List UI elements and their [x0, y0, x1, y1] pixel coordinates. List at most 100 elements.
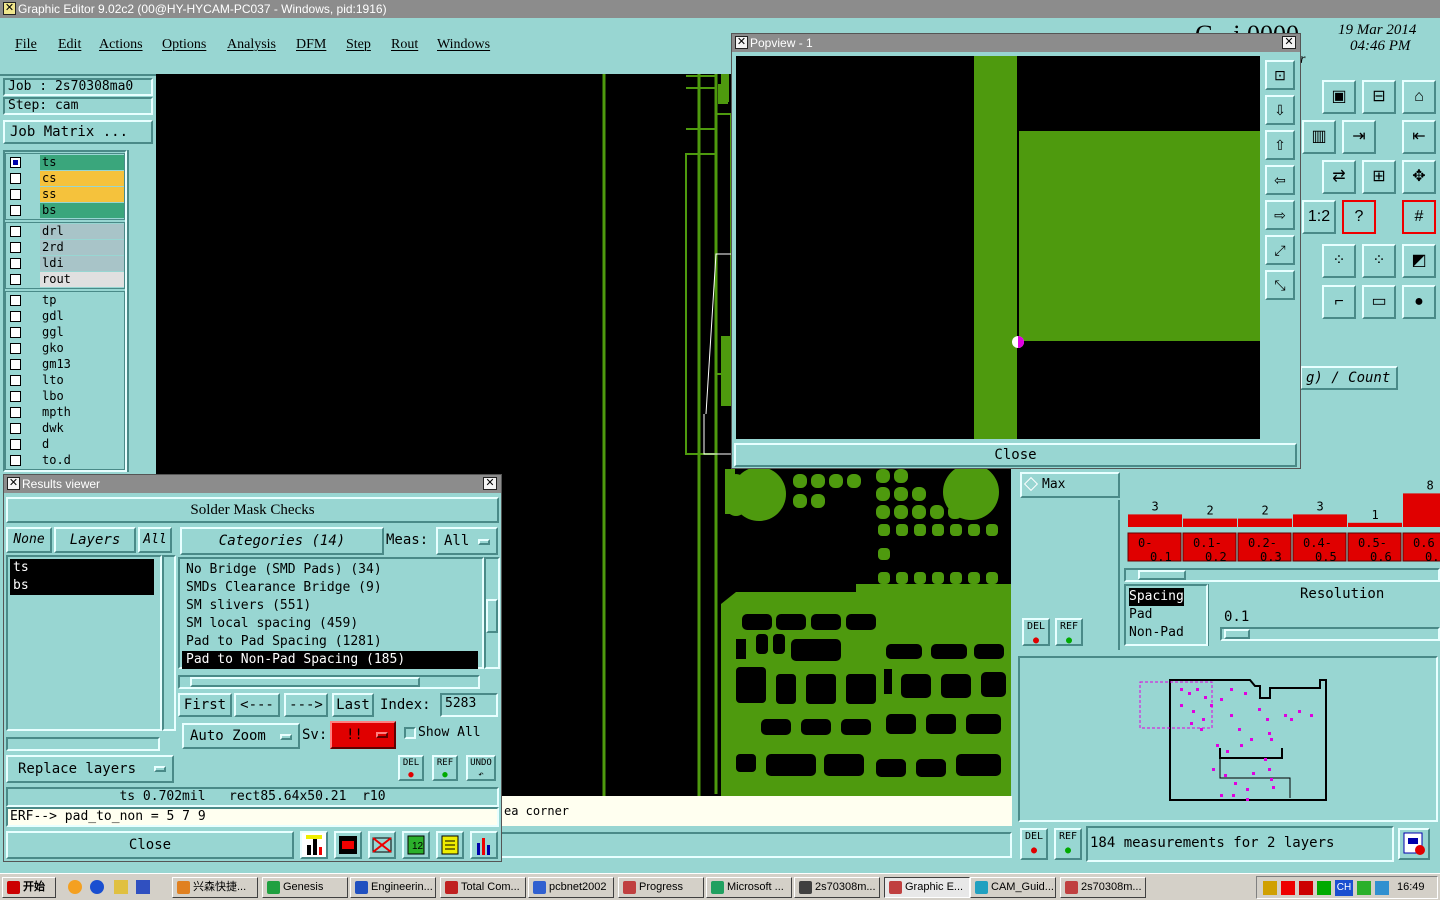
toolbar-scale-icon[interactable]: 1:2	[1302, 200, 1336, 234]
layer-list-vscroll[interactable]	[162, 555, 176, 731]
layer-checkbox[interactable]	[10, 242, 21, 253]
popview-tool-down-icon[interactable]: ⇩	[1265, 95, 1295, 125]
save-icon[interactable]	[136, 880, 150, 894]
task-button[interactable]: CAM_Guid...	[970, 877, 1056, 898]
category-item[interactable]: Pad to Non-Pad Spacing (185)	[182, 651, 478, 669]
layer-name[interactable]: gko	[40, 341, 124, 356]
task-button[interactable]: pcbnet2002	[528, 877, 614, 898]
layer-checkbox[interactable]	[10, 455, 21, 466]
popview-tool-fit-icon[interactable]: ⊡	[1265, 60, 1295, 90]
spacing-item-selected[interactable]: Spacing	[1129, 588, 1184, 606]
task-button[interactable]: 兴森快捷...	[172, 877, 258, 898]
task-button[interactable]: Microsoft ...	[706, 877, 792, 898]
popview-tool-left-icon[interactable]: ⇦	[1265, 165, 1295, 195]
first-button[interactable]: First	[178, 693, 232, 717]
category-scroll-thumb[interactable]	[486, 599, 498, 633]
layer-item-ts[interactable]: ts	[10, 559, 154, 577]
toolbar-import-icon[interactable]: ⇥	[1342, 120, 1376, 154]
hist-bar[interactable]	[1348, 522, 1402, 527]
task-button[interactable]: Genesis	[262, 877, 348, 898]
layer-checkbox[interactable]	[10, 359, 21, 370]
layer-row-to-d[interactable]: to.d	[6, 453, 124, 468]
spacing-list[interactable]: Spacing Pad Non-Pad	[1124, 584, 1208, 646]
popview-tool-expand-icon[interactable]: ⤢	[1265, 235, 1295, 265]
results-close-button[interactable]: Close	[6, 831, 294, 859]
ref-crossed-icon[interactable]	[368, 831, 396, 859]
menu-actions[interactable]: Actions	[99, 37, 143, 53]
notes-icon[interactable]	[436, 831, 464, 859]
command-line[interactable]	[500, 832, 1012, 858]
toolbar-ruler-icon[interactable]: ▭	[1362, 285, 1396, 319]
show-all-checkbox[interactable]	[404, 727, 416, 739]
popview-tool-right-icon[interactable]: ⇨	[1265, 200, 1295, 230]
numbered-icon[interactable]: 12	[402, 831, 430, 859]
results-ref-button[interactable]: REF ●	[432, 755, 458, 781]
layer-checkbox[interactable]	[10, 375, 21, 386]
meas-select[interactable]: All	[436, 527, 498, 555]
severity-select[interactable]: !!	[330, 721, 396, 749]
layer-name[interactable]: bs	[40, 203, 124, 218]
layer-row-mpth[interactable]: mpth	[6, 405, 124, 420]
hist-bar[interactable]	[1293, 514, 1347, 527]
none-button[interactable]: None	[6, 527, 52, 553]
histogram-icon[interactable]	[470, 831, 498, 859]
category-hscroll[interactable]	[178, 675, 480, 689]
popview-tool-shrink-icon[interactable]: ⤡	[1265, 270, 1295, 300]
layer-checkbox[interactable]	[10, 423, 21, 434]
task-button[interactable]: 2s70308m...	[1060, 877, 1146, 898]
layer-name[interactable]: ldi	[40, 256, 124, 271]
layer-name[interactable]: rout	[40, 272, 124, 287]
menu-analysis[interactable]: Analysis	[227, 37, 276, 53]
film-icon[interactable]	[334, 831, 362, 859]
layer-name[interactable]: gm13	[40, 357, 124, 372]
toolbar-net-icon[interactable]: ⁘	[1322, 244, 1356, 278]
layer-row-lto[interactable]: lto	[6, 373, 124, 388]
layer-name[interactable]: lbo	[40, 389, 124, 404]
layer-row-tp[interactable]: tp	[6, 293, 124, 308]
layer-row-rout[interactable]: rout	[6, 272, 124, 287]
tray-icon-5[interactable]	[1357, 881, 1371, 895]
tray-icon-1[interactable]	[1263, 881, 1277, 895]
layer-checkbox[interactable]	[10, 295, 21, 306]
results-undo-button[interactable]: UNDO ↶	[466, 755, 496, 781]
popview-close-icon[interactable]: ✕	[1282, 36, 1296, 49]
toolbar-toggle-icon[interactable]: ⇄	[1322, 160, 1356, 194]
layer-row-drl[interactable]: drl	[6, 224, 124, 239]
hist-bar[interactable]	[1128, 514, 1182, 527]
layer-row-2rd[interactable]: 2rd	[6, 240, 124, 255]
menu-step[interactable]: Step	[346, 37, 371, 53]
toolbar-panel-icon[interactable]: ▥	[1302, 120, 1336, 154]
layer-name[interactable]: cs	[40, 171, 124, 186]
layer-row-ldi[interactable]: ldi	[6, 256, 124, 271]
menu-edit[interactable]: Edit	[58, 37, 81, 53]
task-button[interactable]: Engineerin...	[350, 877, 436, 898]
toolbar-view-icon[interactable]: ▣	[1322, 80, 1356, 114]
toolbar-align-icon[interactable]: ⊞	[1362, 160, 1396, 194]
meas-del-button[interactable]: DEL ●	[1020, 828, 1048, 860]
layer-checkbox[interactable]	[10, 205, 21, 216]
menu-options[interactable]: Options	[162, 37, 206, 53]
layer-name[interactable]: mpth	[40, 405, 124, 420]
layer-checkbox[interactable]	[10, 226, 21, 237]
toolbar-display-icon[interactable]: ◩	[1402, 244, 1436, 278]
hist-bar[interactable]	[1403, 493, 1440, 527]
menu-windows[interactable]: Windows	[437, 37, 490, 53]
category-item[interactable]: SM local spacing (459)	[182, 615, 478, 633]
job-matrix-button[interactable]: Job Matrix ...	[3, 120, 153, 144]
layer-checkbox[interactable]	[10, 274, 21, 285]
toolbar-corner-icon[interactable]: ⌐	[1322, 285, 1356, 319]
category-item[interactable]: SMDs Clearance Bridge (9)	[182, 579, 478, 597]
language-indicator[interactable]: CH	[1335, 880, 1353, 896]
layers-button[interactable]: Layers	[54, 527, 136, 553]
histogram-scrollbar[interactable]	[1124, 568, 1440, 582]
layer-name[interactable]: to.d	[40, 453, 124, 468]
hist-bar[interactable]	[1183, 518, 1237, 527]
layer-checkbox[interactable]	[10, 157, 21, 168]
layer-row-d[interactable]: d	[6, 437, 124, 452]
folder-icon[interactable]	[114, 880, 128, 894]
layer-row-ts[interactable]: ts	[6, 155, 124, 170]
layer-checkbox[interactable]	[10, 189, 21, 200]
spacing-item-pad[interactable]: Pad	[1129, 606, 1206, 624]
task-button[interactable]: Graphic E...	[884, 877, 970, 898]
results-close-icon[interactable]: ✕	[483, 477, 497, 490]
